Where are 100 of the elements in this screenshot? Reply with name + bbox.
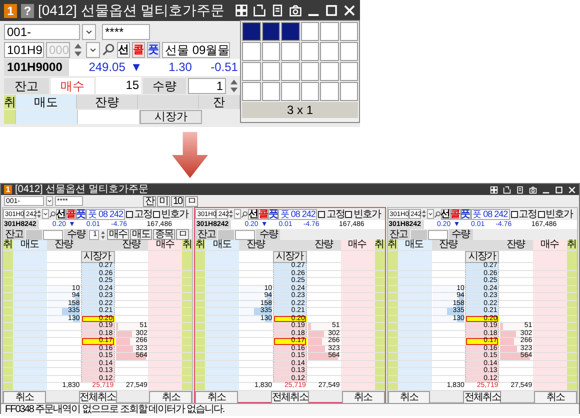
grid-cell[interactable] — [281, 22, 300, 41]
cancel-cell[interactable] — [3, 338, 13, 344]
cancel-button[interactable]: 취소 — [342, 390, 385, 404]
cancel-all-button[interactable]: 전체취소 — [78, 390, 117, 404]
cancel-cell[interactable] — [3, 383, 13, 390]
order-cell[interactable] — [533, 383, 567, 390]
camera-icon[interactable] — [529, 186, 537, 194]
order-cell[interactable] — [398, 251, 432, 263]
cancel-cell[interactable] — [3, 293, 13, 300]
quantity-field[interactable]: 1 — [188, 78, 226, 94]
grid-cell[interactable] — [242, 82, 260, 101]
cancel-cell[interactable] — [195, 278, 206, 284]
order-cell[interactable] — [533, 323, 567, 330]
order-cell[interactable] — [398, 263, 432, 270]
order-cell[interactable] — [398, 293, 432, 300]
account-field[interactable]: 001- — [4, 24, 80, 40]
order-cell[interactable] — [16, 110, 78, 124]
grid-cell[interactable] — [262, 82, 280, 101]
order-cell[interactable] — [205, 308, 240, 314]
cancel-button[interactable]: 취소 — [195, 390, 238, 404]
month-dropdown[interactable]: 풋 08 242 — [470, 208, 510, 220]
order-cell[interactable] — [205, 338, 240, 344]
cancel-cell[interactable] — [3, 263, 13, 270]
cancel-cell[interactable] — [388, 338, 398, 344]
order-cell[interactable] — [205, 293, 240, 300]
order-cell[interactable] — [13, 383, 47, 390]
order-cell[interactable] — [148, 263, 182, 270]
cancel-cell[interactable] — [388, 383, 398, 390]
order-cell[interactable] — [340, 383, 375, 390]
camera-icon[interactable] — [289, 4, 302, 17]
cancel-cell[interactable] — [182, 278, 192, 284]
cancel-button[interactable]: 취소 — [3, 390, 46, 404]
grid-cell[interactable] — [340, 42, 358, 61]
dropdown-button[interactable] — [234, 209, 242, 219]
order-cell[interactable] — [533, 338, 567, 344]
order-cell[interactable] — [398, 353, 432, 360]
order-panel[interactable] — [386, 207, 578, 402]
spinner-icon[interactable] — [228, 209, 234, 219]
cancel-all-button[interactable]: 전체취소 — [270, 390, 309, 404]
order-cell[interactable] — [340, 278, 375, 284]
cancel-cell[interactable] — [3, 323, 13, 330]
checkbox[interactable] — [318, 210, 326, 218]
market-price-button[interactable]: 시장가 — [140, 110, 202, 124]
month-dropdown[interactable]: 풋 08 242 — [278, 208, 318, 220]
dropdown-button[interactable] — [42, 209, 49, 219]
market-price-button[interactable]: 시장가 — [465, 251, 500, 263]
toolbar-button[interactable]: 미 — [157, 196, 170, 206]
cancel-cell[interactable] — [3, 368, 13, 374]
search-icon[interactable] — [241, 210, 248, 218]
order-cell[interactable] — [148, 368, 182, 374]
cancel-cell[interactable] — [195, 353, 206, 360]
dropdown-button[interactable] — [86, 42, 100, 58]
cancel-cell[interactable] — [182, 368, 192, 374]
cancel-cell[interactable] — [388, 263, 398, 270]
grid-cell[interactable] — [300, 22, 319, 41]
grid-cell[interactable] — [320, 62, 338, 81]
order-cell[interactable] — [533, 308, 567, 314]
type-button[interactable]: 풋 — [76, 208, 86, 220]
order-cell[interactable] — [340, 293, 375, 300]
order-cell[interactable] — [148, 308, 182, 314]
type-button[interactable]: 콜 — [132, 42, 145, 58]
toolbar-button[interactable]: 잔 — [143, 196, 156, 206]
order-cell[interactable] — [205, 323, 240, 330]
order-cell[interactable] — [398, 383, 432, 390]
type-button[interactable]: 선 — [117, 42, 130, 58]
order-cell[interactable] — [148, 383, 182, 390]
grid-cell[interactable] — [281, 42, 300, 61]
type-button[interactable]: 선 — [248, 208, 258, 220]
close-icon[interactable] — [568, 186, 576, 194]
order-cell[interactable] — [533, 353, 567, 360]
order-cell[interactable] — [13, 293, 47, 300]
spinner-icon[interactable] — [420, 209, 427, 219]
order-cell[interactable] — [533, 293, 567, 300]
cancel-cell[interactable] — [182, 308, 192, 314]
grid-cell[interactable] — [300, 62, 319, 81]
grid-cell[interactable] — [242, 42, 260, 61]
document-icon[interactable] — [516, 186, 524, 194]
cancel-cell[interactable] — [195, 263, 206, 270]
cancel-cell[interactable] — [374, 251, 385, 263]
help-button[interactable]: ? — [21, 4, 34, 18]
type-button[interactable]: 콜 — [258, 208, 268, 220]
order-cell[interactable] — [148, 293, 182, 300]
order-cell[interactable] — [13, 278, 47, 284]
cancel-button[interactable]: 취소 — [149, 390, 192, 404]
order-cell[interactable] — [13, 338, 47, 344]
order-cell[interactable] — [533, 278, 567, 284]
cancel-button[interactable]: 취소 — [388, 390, 430, 404]
order-cell[interactable] — [13, 353, 47, 360]
cancel-cell[interactable] — [182, 353, 192, 360]
month-dropdown[interactable]: 풋 08 242 — [86, 208, 126, 220]
order-button[interactable]: 매도 — [130, 229, 152, 240]
toolbar-button[interactable]: 10 — [171, 196, 184, 206]
grid-cell[interactable] — [320, 22, 338, 41]
cancel-button[interactable]: 취소 — [534, 390, 577, 404]
order-cell[interactable] — [205, 368, 240, 374]
cancel-cell[interactable] — [388, 293, 398, 300]
layout-icon[interactable] — [235, 4, 248, 17]
cancel-cell[interactable] — [388, 368, 398, 374]
order-cell[interactable] — [205, 383, 240, 390]
market-price-button[interactable]: 시장가 — [273, 251, 307, 263]
